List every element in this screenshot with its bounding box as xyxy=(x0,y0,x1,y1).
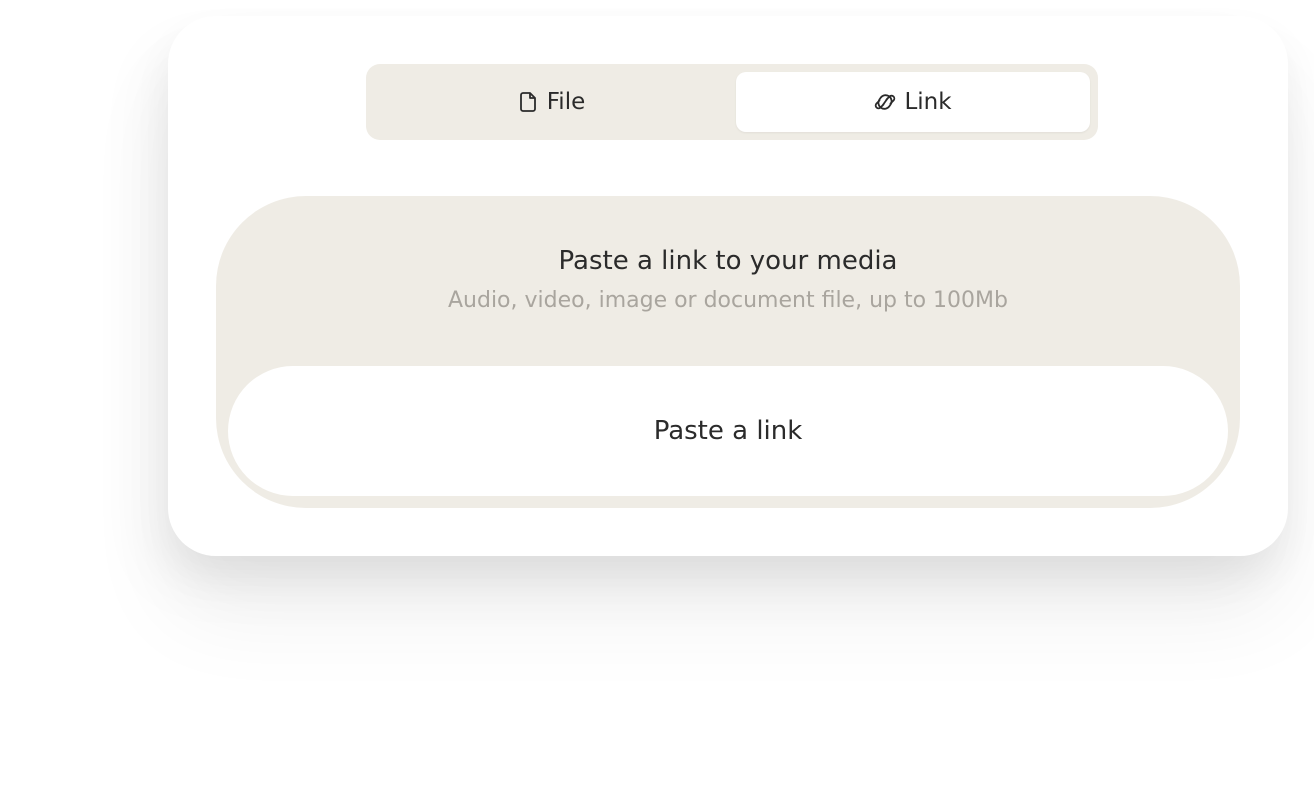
paste-link-placeholder: Paste a link xyxy=(653,416,803,446)
source-tabs: File Link xyxy=(366,64,1098,140)
upload-widget: File Link Paste a link to your media Aud… xyxy=(0,0,1314,796)
tab-link-label: Link xyxy=(904,89,952,115)
link-icon xyxy=(874,90,896,114)
link-dropzone: Paste a link to your media Audio, video,… xyxy=(216,196,1240,508)
paste-link-input[interactable]: Paste a link xyxy=(228,366,1228,496)
tab-file[interactable]: File xyxy=(374,72,728,132)
upload-card: File Link Paste a link to your media Aud… xyxy=(168,16,1288,556)
file-icon xyxy=(517,90,539,114)
tab-link[interactable]: Link xyxy=(736,72,1090,132)
tab-file-label: File xyxy=(546,89,586,115)
dropzone-title: Paste a link to your media xyxy=(558,246,898,276)
dropzone-subtitle: Audio, video, image or document file, up… xyxy=(447,288,1008,313)
